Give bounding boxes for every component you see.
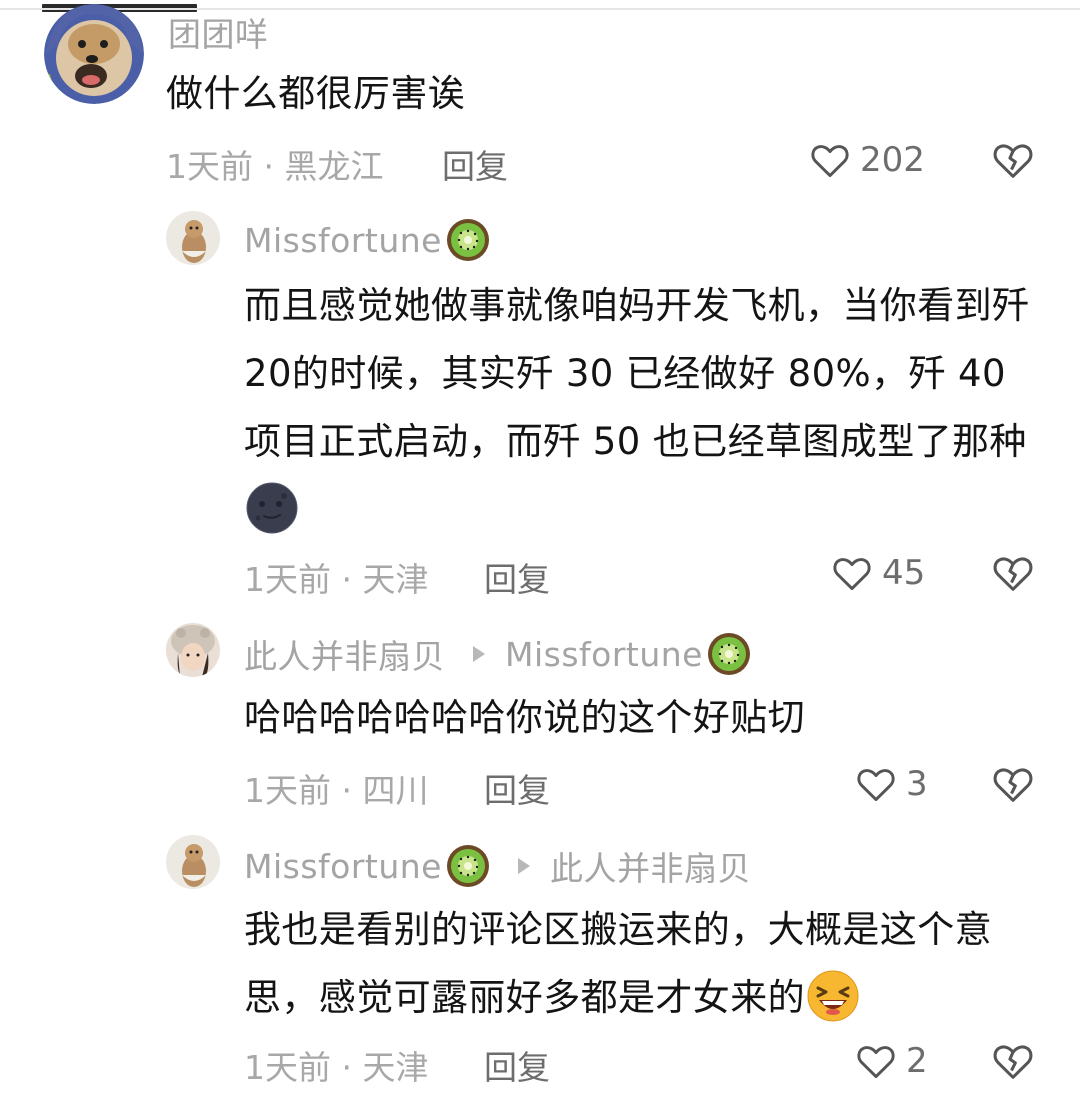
username-line: Missfortune — [244, 218, 490, 262]
like-count: 45 — [882, 553, 926, 593]
comment-text: 而且感觉她做事就像咱妈开发飞机，当你看到歼 20的时候，其实歼 30 已经做好 … — [244, 272, 1044, 544]
timestamp-location: 1天前 · 四川 — [244, 771, 429, 810]
like-count: 202 — [860, 140, 925, 180]
avatar-shanbei[interactable] — [166, 623, 220, 677]
timestamp-location: 1天前 · 天津 — [244, 560, 429, 599]
reply-button[interactable]: 回复 — [484, 1041, 550, 1089]
timestamp-location: 1天前 · 黑龙江 — [166, 147, 384, 186]
username[interactable]: 团团咩 — [168, 8, 269, 56]
broken-heart-icon[interactable] — [990, 761, 1036, 807]
username-line: Missfortune 此人并非扇贝 — [244, 842, 751, 890]
comment-text-body: 我也是看别的评论区搬运来的，大概是这个意思，感觉可露丽好多都是才女来的 — [244, 908, 992, 1019]
like-button[interactable]: 45 — [830, 548, 925, 598]
username[interactable]: Missfortune — [244, 847, 442, 886]
timestamp-location: 1天前 · 天津 — [244, 1048, 429, 1087]
heart-outline-icon — [811, 145, 849, 178]
like-button[interactable]: 3 — [854, 759, 928, 809]
avatar-missfortune[interactable] — [166, 211, 220, 265]
heart-outline-icon — [857, 769, 895, 802]
broken-heart-icon[interactable] — [990, 1038, 1036, 1084]
like-count: 3 — [906, 764, 928, 804]
reply-arrow-icon — [473, 646, 485, 662]
reply-button[interactable]: 回复 — [484, 764, 550, 812]
reply-to-username[interactable]: 此人并非扇贝 — [550, 842, 751, 890]
comment-text: 我也是看别的评论区搬运来的，大概是这个意思，感觉可露丽好多都是才女来的 — [244, 896, 1044, 1032]
broken-heart-icon[interactable] — [990, 550, 1036, 596]
grinning-squinting-face-emoji — [807, 970, 859, 1022]
broken-heart-icon[interactable] — [990, 137, 1036, 183]
like-count: 2 — [906, 1041, 928, 1081]
kiwi-emoji — [446, 219, 489, 261]
divider — [0, 8, 1080, 10]
like-button[interactable]: 202 — [808, 135, 925, 185]
username[interactable]: 此人并非扇贝 — [244, 630, 445, 678]
comment-text: 哈哈哈哈哈哈哈你说的这个好贴切 — [244, 696, 805, 739]
new-moon-face-emoji — [246, 482, 298, 534]
kiwi-emoji — [707, 633, 750, 675]
kiwi-emoji — [446, 845, 489, 887]
avatar-dog[interactable] — [44, 4, 144, 104]
avatar-missfortune[interactable] — [166, 835, 220, 889]
comment-text: 做什么都很厉害诶 — [166, 72, 466, 115]
heart-outline-icon — [857, 1046, 895, 1079]
heart-outline-icon — [833, 558, 871, 591]
reply-button[interactable]: 回复 — [442, 140, 508, 188]
username-line: 此人并非扇贝 Missfortune — [244, 630, 751, 678]
username[interactable]: Missfortune — [244, 221, 442, 260]
reply-arrow-icon — [517, 858, 530, 874]
like-button[interactable]: 2 — [854, 1036, 928, 1086]
reply-button[interactable]: 回复 — [484, 553, 550, 601]
comment-text-body: 而且感觉她做事就像咱妈开发飞机，当你看到歼 20的时候，其实歼 30 已经做好 … — [244, 284, 1030, 463]
reply-to-username[interactable]: Missfortune — [505, 635, 703, 674]
